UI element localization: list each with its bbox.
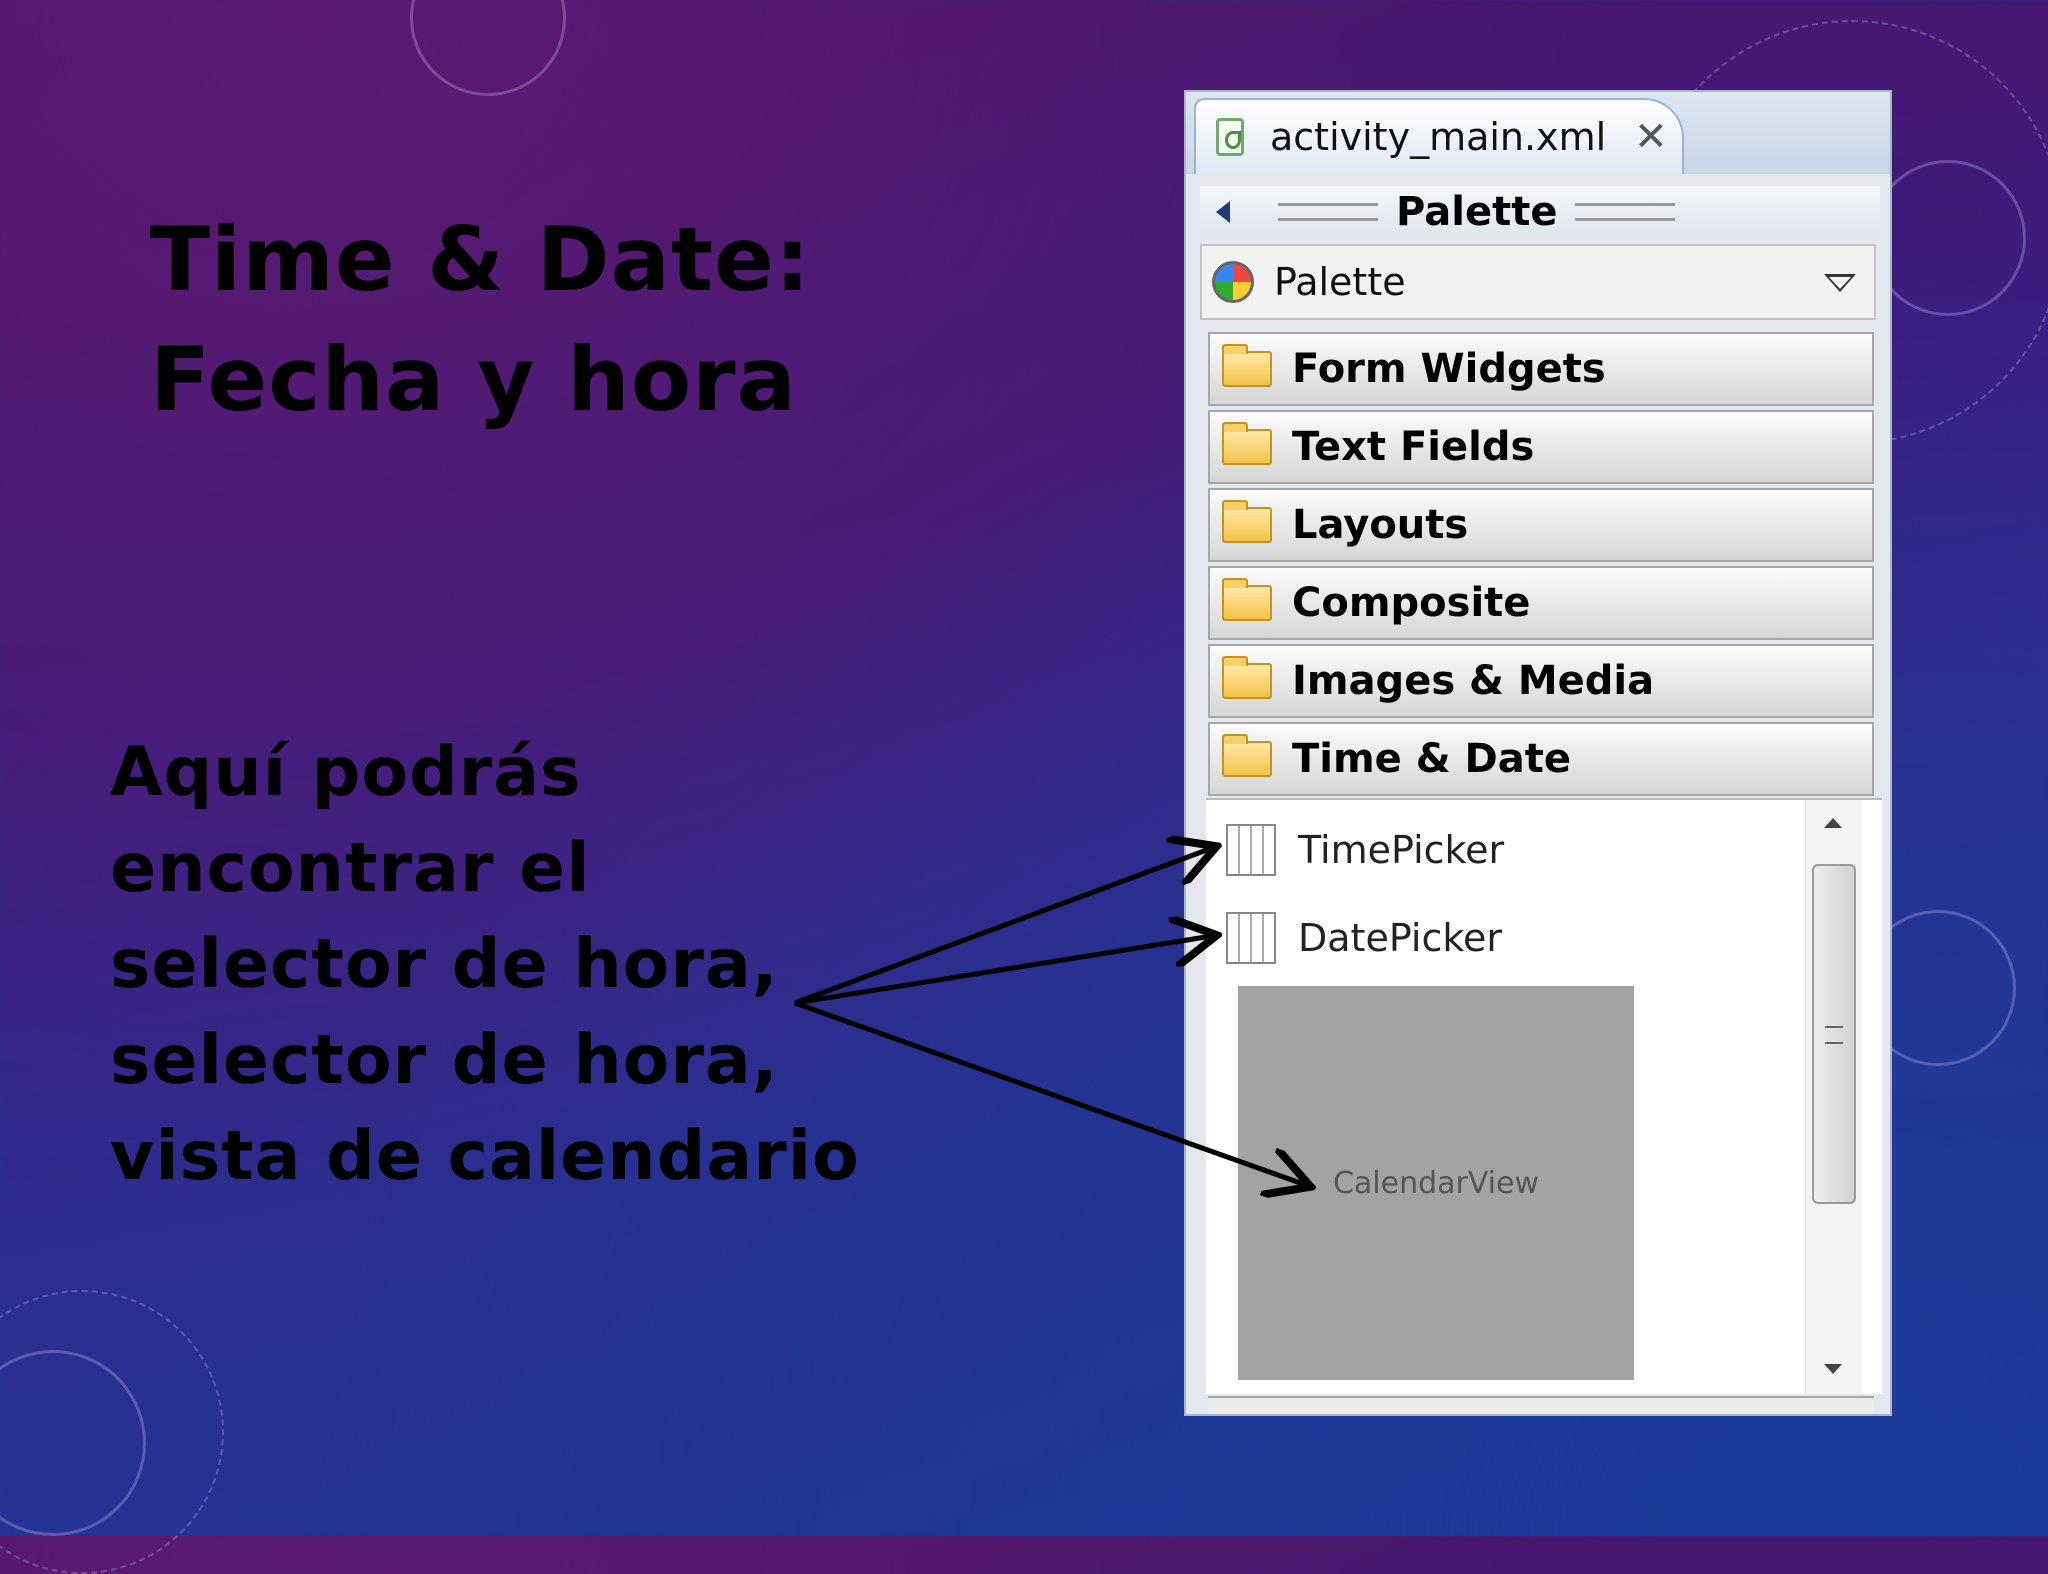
arrow-to-timepicker bbox=[794, 848, 1212, 1006]
pointer-arrows bbox=[794, 0, 2048, 1536]
arrow-to-calendarview bbox=[794, 1000, 1306, 1185]
arrow-to-datepicker bbox=[794, 936, 1212, 1006]
